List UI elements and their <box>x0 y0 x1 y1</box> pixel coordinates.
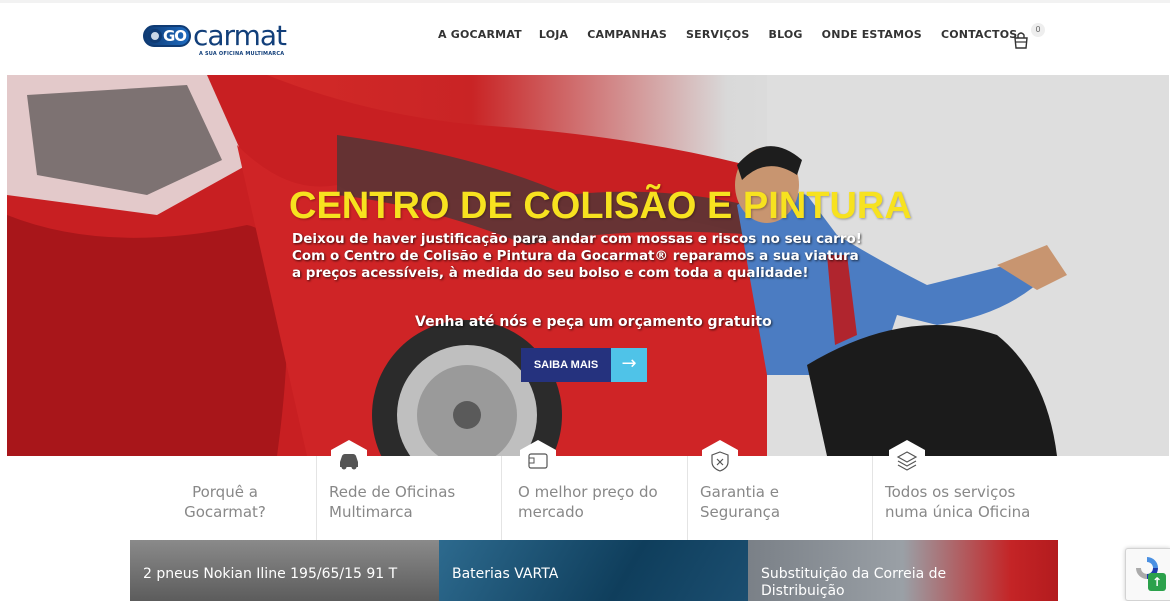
arrow-right-icon: → <box>611 348 647 382</box>
wheel-icon <box>148 29 162 43</box>
feature-label: Rede de Oficinas Multimarca <box>329 483 456 521</box>
nav-loja[interactable]: LOJA <box>539 28 568 48</box>
feature-label: Todos os serviços numa única Oficina <box>885 483 1031 521</box>
feature-melhor-preco[interactable]: O melhor preço do mercado <box>501 440 687 540</box>
wallet-icon <box>520 440 556 480</box>
logo-badge: GO <box>143 25 191 47</box>
product-title: 2 pneus Nokian Iline 195/65/15 91 T <box>143 566 398 582</box>
nav-campanhas[interactable]: CAMPANHAS <box>587 28 667 48</box>
hero-cta-text: Venha até nós e peça um orçamento gratui… <box>415 314 772 330</box>
product-card-baterias[interactable]: Baterias VARTA <box>439 540 748 601</box>
feature-label: Porquê a Gocarmat? <box>184 483 266 521</box>
cart-count-badge: 0 <box>1031 23 1045 37</box>
feature-label: Garantia e Segurança <box>700 483 781 521</box>
recaptcha-badge[interactable]: ↑ <box>1125 548 1170 601</box>
feature-label: O melhor preço do mercado <box>518 483 658 521</box>
nav-contactos[interactable]: CONTACTOS <box>941 28 1017 48</box>
nav-blog[interactable]: BLOG <box>768 28 802 48</box>
layers-icon <box>889 440 925 480</box>
product-card-pneus[interactable]: 2 pneus Nokian Iline 195/65/15 91 T <box>130 540 439 601</box>
nav-onde-estamos[interactable]: ONDE ESTAMOS <box>822 28 922 48</box>
logo-tagline: A SUA OFICINA MULTIMARCA <box>199 51 285 57</box>
feature-todos-servicos[interactable]: Todos os serviços numa única Oficina <box>872 440 1058 540</box>
car-icon <box>331 440 367 480</box>
feature-rede-oficinas[interactable]: Rede de Oficinas Multimarca <box>316 440 501 540</box>
hero-description: Deixou de haver justificação para andar … <box>292 231 932 282</box>
product-card-correia[interactable]: Substituição da Correia de Distribuição <box>748 540 1058 601</box>
site-header: GO carmat A SUA OFICINA MULTIMARCA A GOC… <box>0 3 1170 75</box>
feature-garantia[interactable]: Garantia e Segurança <box>687 440 872 540</box>
shopping-bag-icon[interactable] <box>1012 31 1030 49</box>
gocarmat-logo[interactable]: GO carmat A SUA OFICINA MULTIMARCA <box>143 19 303 61</box>
scroll-to-top-icon[interactable]: ↑ <box>1148 573 1166 591</box>
logo-word: carmat <box>193 19 287 52</box>
product-title: Substituição da Correia de Distribuição <box>761 566 947 599</box>
nav-servicos[interactable]: SERVIÇOS <box>686 28 749 48</box>
hero-line-3: a preços acessíveis, à medida do seu bol… <box>292 265 809 281</box>
products-strip: 2 pneus Nokian Iline 195/65/15 91 T Bate… <box>130 540 1058 601</box>
logo-prefix: GO <box>163 27 187 45</box>
hero-title: CENTRO DE COLISÃO E PINTURA <box>289 185 912 227</box>
hero-banner: CENTRO DE COLISÃO E PINTURA Deixou de ha… <box>7 75 1169 456</box>
hero-line-1: Deixou de haver justificação para andar … <box>292 231 862 247</box>
hero-line-2: Com o Centro de Colisão e Pintura da Goc… <box>292 248 859 264</box>
features-row: Porquê a Gocarmat? Rede de Oficinas Mult… <box>130 440 1058 540</box>
main-navigation: A GOCARMAT LOJA CAMPANHAS SERVIÇOS BLOG … <box>438 28 1017 48</box>
saiba-mais-label: SAIBA MAIS <box>521 348 611 382</box>
nav-a-gocarmat[interactable]: A GOCARMAT <box>438 28 522 48</box>
feature-porque-gocarmat[interactable]: Porquê a Gocarmat? <box>130 456 316 540</box>
shield-icon <box>702 440 738 480</box>
product-title: Baterias VARTA <box>452 566 559 582</box>
saiba-mais-button[interactable]: SAIBA MAIS → <box>521 348 647 382</box>
